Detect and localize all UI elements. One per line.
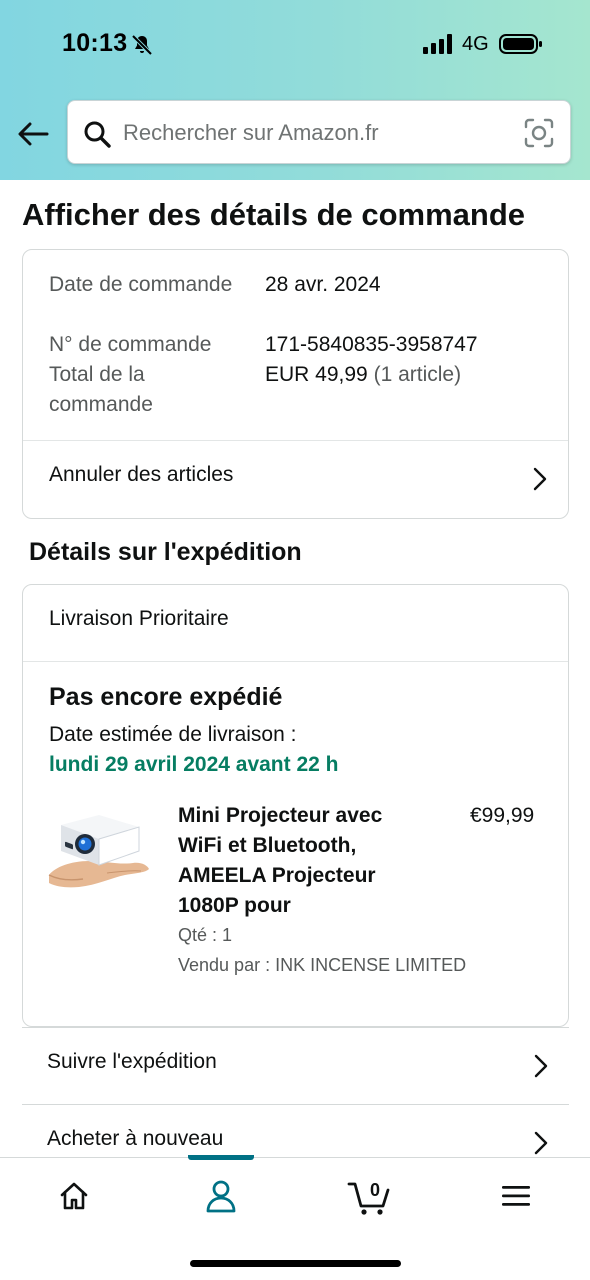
order-total-value: EUR 49,99 (1 article) bbox=[265, 360, 461, 390]
delivery-estimate-label: Date estimée de livraison : bbox=[49, 723, 297, 746]
cellular-signal-icon bbox=[423, 34, 452, 54]
active-tab-indicator bbox=[188, 1155, 254, 1160]
product-price: €99,99 bbox=[470, 804, 535, 827]
search-bar[interactable] bbox=[67, 100, 571, 164]
order-summary-card: Date de commande 28 avr. 2024 N° de comm… bbox=[22, 249, 569, 519]
cancel-items-label: Annuler des articles bbox=[49, 463, 234, 486]
product-quantity: Qté : 1 bbox=[178, 925, 233, 945]
chevron-right-icon bbox=[534, 1054, 548, 1078]
arrow-left-icon bbox=[18, 122, 49, 146]
order-date-value: 28 avr. 2024 bbox=[265, 273, 381, 296]
search-icon bbox=[84, 121, 111, 148]
home-indicator[interactable] bbox=[190, 1260, 401, 1267]
order-number-value: 171-5840835-3958747 bbox=[265, 333, 478, 356]
search-input[interactable] bbox=[123, 115, 513, 151]
cart-count: 0 bbox=[370, 1180, 380, 1200]
order-number-label: N° de commande bbox=[49, 333, 212, 356]
track-shipment-row[interactable]: Suivre l'expédition bbox=[22, 1027, 569, 1103]
tab-profile[interactable] bbox=[196, 1174, 246, 1218]
divider bbox=[23, 661, 568, 662]
battery-icon bbox=[499, 34, 542, 54]
order-date-label: Date de commande bbox=[49, 273, 233, 296]
page-title: Afficher des détails de commande bbox=[22, 197, 526, 232]
cancel-items-row[interactable]: Annuler des articles bbox=[23, 441, 568, 517]
shipment-card: Livraison Prioritaire Pas encore expédié… bbox=[22, 584, 569, 1027]
network-type: 4G bbox=[462, 33, 489, 55]
chevron-right-icon bbox=[533, 467, 547, 491]
order-total-items: (1 article) bbox=[373, 363, 462, 386]
shipping-method: Livraison Prioritaire bbox=[49, 607, 229, 630]
buy-again-label: Acheter à nouveau bbox=[47, 1127, 224, 1150]
track-shipment-label: Suivre l'expédition bbox=[47, 1050, 217, 1073]
product-image[interactable] bbox=[47, 813, 153, 899]
status-time: 10:13 bbox=[62, 29, 128, 57]
delivery-estimate-date: lundi 29 avril 2024 avant 22 h bbox=[49, 753, 339, 776]
home-icon bbox=[60, 1182, 88, 1210]
hamburger-menu-icon bbox=[502, 1186, 530, 1206]
cart-icon: 0 bbox=[347, 1180, 390, 1215]
user-icon bbox=[206, 1180, 236, 1213]
shipment-section-title: Détails sur l'expédition bbox=[29, 538, 302, 566]
camera-scan-icon[interactable] bbox=[524, 118, 554, 148]
tab-menu[interactable] bbox=[491, 1174, 541, 1218]
order-total-amount: EUR 49,99 bbox=[265, 363, 368, 386]
shipment-status: Pas encore expédié bbox=[49, 683, 283, 711]
tab-home[interactable] bbox=[49, 1174, 99, 1218]
back-button[interactable] bbox=[14, 116, 52, 152]
bell-muted-icon bbox=[131, 34, 153, 56]
app-header: 10:13 4G bbox=[0, 0, 590, 180]
product-title[interactable]: Mini Projecteur avec WiFi et Bluetooth, … bbox=[178, 801, 418, 921]
chevron-right-icon bbox=[534, 1131, 548, 1155]
product-seller: Vendu par : INK INCENSE LIMITED bbox=[178, 955, 467, 975]
tab-cart[interactable]: 0 bbox=[344, 1174, 396, 1218]
order-total-label: Total de la commande bbox=[49, 363, 153, 416]
